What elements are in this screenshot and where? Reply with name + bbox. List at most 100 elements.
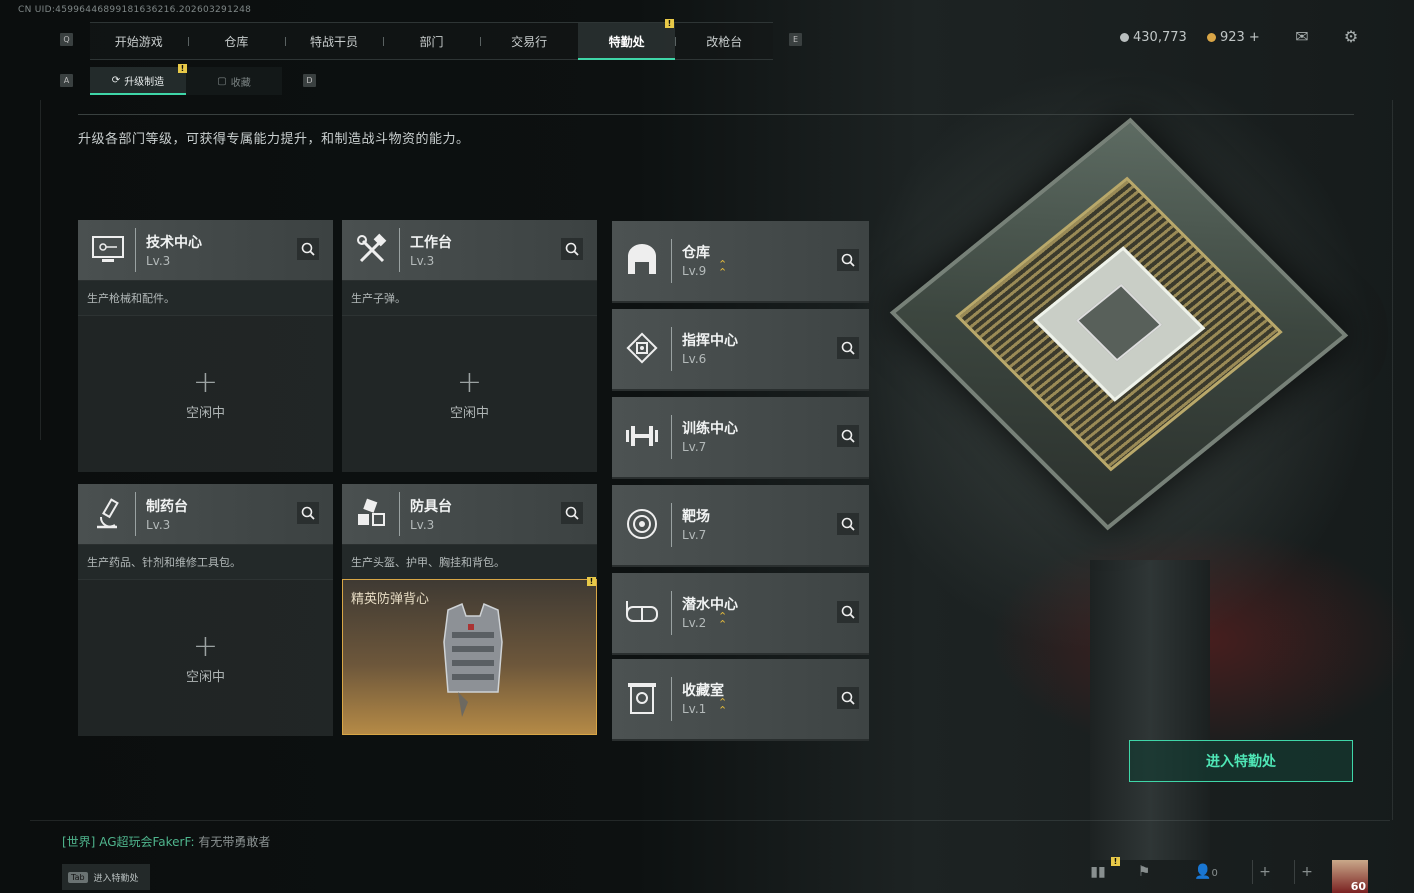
craft-slot[interactable]: + 空闲中	[342, 315, 597, 472]
cubes-icon	[350, 492, 394, 536]
avatar-level: 60	[1350, 880, 1366, 893]
page-description: 升级各部门等级，可获得专属能力提升，和制造战斗物资的能力。	[78, 132, 470, 147]
divider	[78, 114, 1354, 115]
slot-status: 空闲中	[185, 406, 225, 421]
enter-special-ops-button[interactable]: 进入特勤处	[1129, 740, 1353, 782]
warehouse-icon	[621, 239, 663, 281]
gold-add-icon[interactable]: +	[1249, 30, 1260, 45]
card-title: 防具台	[410, 499, 452, 515]
command-icon	[621, 327, 663, 369]
microscope-icon	[86, 492, 130, 536]
chat-sender: AG超玩会FakerF:	[99, 835, 195, 849]
tab-trade[interactable]: 交易行	[480, 23, 578, 59]
search-icon[interactable]	[837, 601, 859, 623]
subtab-upgrade-craft[interactable]: ⟳ 升级制造	[90, 67, 186, 95]
silver-amount: 430,773	[1133, 30, 1187, 45]
slot-status: 空闲中	[185, 670, 225, 685]
target-icon	[621, 503, 663, 545]
diving-mask-icon	[621, 591, 663, 633]
search-icon[interactable]	[297, 502, 319, 524]
department-item-command[interactable]: 指挥中心 Lv.6	[612, 309, 869, 391]
add-friend-icon[interactable]: +	[1252, 860, 1277, 884]
department-name: 仓库	[682, 245, 710, 261]
nav-next-key[interactable]: E	[789, 33, 802, 46]
body-armor-icon	[438, 602, 508, 726]
production-card: 技术中心 Lv.3 生产枪械和配件。 + 空闲中	[78, 220, 333, 472]
tab-start-game[interactable]: 开始游戏	[90, 23, 188, 59]
collection-icon	[621, 677, 663, 719]
search-icon[interactable]	[297, 238, 319, 260]
card-subtitle: 生产头盔、护甲、胸挂和背包。	[342, 544, 597, 579]
subnav-prev-key[interactable]: A	[60, 74, 73, 87]
subtab-badge: !	[178, 64, 187, 73]
friends-button[interactable]: 👤0	[1186, 860, 1226, 884]
tab-special-ops[interactable]: 特勤处	[577, 23, 676, 60]
craft-icon: ⟳	[111, 74, 121, 86]
craft-slot[interactable]: + 空闲中	[78, 579, 333, 736]
card-subtitle: 生产药品、针剂和维修工具包。	[78, 544, 333, 579]
craft-complete-badge: !	[587, 577, 596, 586]
plus-icon: +	[192, 365, 219, 400]
silver-currency: 430,773	[1120, 30, 1187, 45]
friends-icon: 👤	[1194, 864, 1212, 880]
card-header[interactable]: 防具台 Lv.3	[342, 484, 597, 544]
search-icon[interactable]	[837, 513, 859, 535]
add-party-icon[interactable]: +	[1294, 860, 1319, 884]
gold-currency[interactable]: 923 +	[1207, 30, 1260, 45]
silver-coin-icon	[1120, 33, 1129, 42]
craft-slot[interactable]: + 空闲中	[78, 315, 333, 472]
upgrade-arrow-icon: ⌃ ⌃	[718, 610, 728, 631]
department-item-diving[interactable]: 潜水中心 Lv.2 ⌃ ⌃	[612, 573, 869, 655]
upgrade-arrow-icon: ⌃ ⌃	[718, 258, 728, 279]
gold-amount: 923	[1220, 30, 1245, 45]
mail-icon[interactable]: ✉	[1291, 28, 1313, 46]
department-item-training[interactable]: 训练中心 Lv.7	[612, 397, 869, 479]
card-level: Lv.3	[146, 518, 171, 532]
card-header[interactable]: 技术中心 Lv.3	[78, 220, 333, 280]
crafted-item-name: 精英防弹背心	[351, 592, 430, 607]
search-icon[interactable]	[837, 425, 859, 447]
player-uid: CN UID:4599644689918163621​6.20260329124…	[18, 5, 252, 15]
chat-line[interactable]: [世界] AG超玩会FakerF: 有无带勇敢者	[62, 833, 270, 850]
tab-hint-button[interactable]: Tab 进入特勤处	[62, 864, 150, 890]
gear-icon[interactable]: ⚙	[1340, 28, 1362, 46]
department-name: 指挥中心	[682, 333, 738, 349]
search-icon[interactable]	[837, 249, 859, 271]
card-header[interactable]: 制药台 Lv.3	[78, 484, 333, 544]
search-icon[interactable]	[561, 502, 583, 524]
tab-warehouse[interactable]: 仓库	[187, 23, 286, 59]
avatar[interactable]: 60	[1332, 860, 1368, 893]
tab-gunsmith[interactable]: 改枪台	[675, 23, 773, 59]
subtab-collection[interactable]: ▢ 收藏	[186, 67, 282, 95]
card-header[interactable]: 工作台 Lv.3	[342, 220, 597, 280]
department-item-range[interactable]: 靶场 Lv.7	[612, 485, 869, 567]
search-icon[interactable]	[837, 337, 859, 359]
tab-departments[interactable]: 部门	[382, 23, 481, 59]
nav-prev-key[interactable]: Q	[60, 33, 73, 46]
dumbbell-icon	[621, 415, 663, 457]
department-level: Lv.6	[682, 352, 707, 366]
department-level: Lv.9	[682, 264, 707, 278]
search-icon[interactable]	[837, 687, 859, 709]
department-name: 训练中心	[682, 421, 738, 437]
card-title: 技术中心	[146, 235, 202, 251]
subtab-label: 升级制造	[124, 76, 165, 88]
collection-tab-icon: ▢	[217, 75, 227, 87]
department-item-collection[interactable]: 收藏室 Lv.1 ⌃ ⌃	[612, 659, 869, 741]
frame-line	[30, 820, 1390, 821]
tab-hint-label: 进入特勤处	[93, 873, 139, 884]
frame-line	[40, 100, 41, 440]
tab-operators[interactable]: 特战干员	[285, 23, 383, 59]
stats-icon[interactable]: ▮▮	[1086, 860, 1110, 884]
subnav-next-key[interactable]: D	[303, 74, 316, 87]
search-icon[interactable]	[561, 238, 583, 260]
gold-coin-icon	[1207, 33, 1216, 42]
flag-icon[interactable]: ⚑	[1132, 860, 1156, 884]
department-item-warehouse[interactable]: 仓库 Lv.9 ⌃ ⌃	[612, 221, 869, 303]
frame-line	[1392, 100, 1393, 820]
craft-slot-in-progress[interactable]: 精英防弹背心	[342, 579, 597, 735]
department-name: 靶场	[682, 509, 710, 525]
friends-count: 0	[1211, 868, 1218, 879]
plus-icon: +	[456, 365, 483, 400]
stats-badge: !	[1111, 857, 1120, 866]
